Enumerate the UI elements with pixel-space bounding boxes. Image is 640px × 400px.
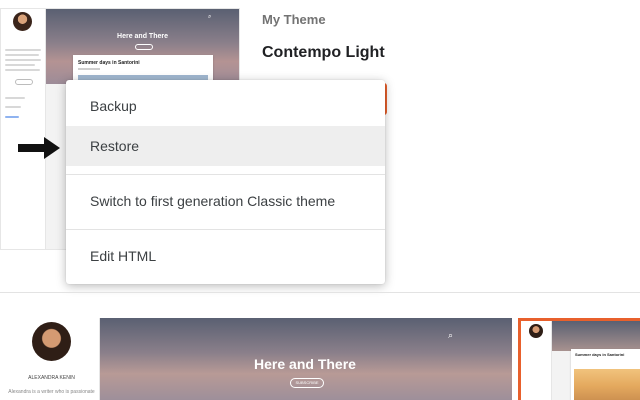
menu-item-restore[interactable]: Restore	[66, 126, 385, 166]
preview-text-line	[5, 69, 40, 71]
gallery2-header-image	[552, 321, 640, 351]
gallery-author-desc: Alexandra is a writer who is passionate	[8, 389, 95, 395]
menu-item-label: Backup	[90, 98, 137, 114]
gallery-theme-preview[interactable]: ALEXANDRA KENIN Alexandra is a writer wh…	[4, 318, 512, 400]
preview-text-line	[5, 64, 35, 66]
menu-item-edit-html[interactable]: Edit HTML	[66, 236, 385, 276]
theme-name: Contempo Light	[262, 44, 385, 61]
right-arrow-icon	[18, 137, 60, 159]
menu-item-switch-classic[interactable]: Switch to first generation Classic theme	[66, 181, 385, 221]
gallery2-post-image	[574, 369, 640, 400]
preview-avatar	[13, 12, 32, 31]
gallery2-post-card: Summer days in Santorini	[571, 349, 640, 400]
menu-item-label: Restore	[90, 138, 140, 154]
preview-text-line	[5, 59, 41, 61]
menu-divider	[66, 174, 385, 175]
preview-nav-report-abuse	[5, 116, 19, 118]
menu-item-backup[interactable]: Backup	[66, 86, 385, 126]
preview-sidebar	[1, 9, 46, 249]
theme-options-menu: Backup Restore Switch to first generatio…	[66, 80, 385, 284]
preview-subscribe-pill	[135, 44, 153, 50]
search-icon: ⌕	[208, 14, 212, 20]
menu-item-label: Switch to first generation Classic theme	[90, 193, 336, 209]
gallery-theme-preview-selected[interactable]: Summer days in Santorini	[518, 318, 640, 400]
gallery-author-name: ALEXANDRA KENIN	[28, 375, 75, 381]
menu-item-label: Edit HTML	[90, 248, 157, 264]
preview-nav-archive	[5, 97, 25, 99]
preview-post-date	[78, 68, 100, 70]
section-divider	[0, 292, 640, 293]
search-icon: ⌕	[448, 330, 454, 340]
gallery-blog-title: Here and There	[254, 356, 356, 372]
preview-post-title: Summer days in Santorini	[78, 60, 140, 66]
preview-blog-title: Here and There	[117, 33, 168, 40]
gallery-subscribe-pill: SUBSCRIBE	[290, 378, 324, 388]
menu-divider	[66, 229, 385, 230]
avatar	[529, 324, 543, 338]
gallery2-post-title: Summer days in Santorini	[575, 352, 625, 357]
my-theme-label: My Theme	[262, 12, 326, 27]
preview-visit-profile-pill	[15, 79, 33, 85]
preview-text-line	[5, 54, 39, 56]
avatar	[32, 322, 71, 361]
preview-text-line	[5, 49, 41, 51]
preview-nav-labels	[5, 106, 21, 108]
